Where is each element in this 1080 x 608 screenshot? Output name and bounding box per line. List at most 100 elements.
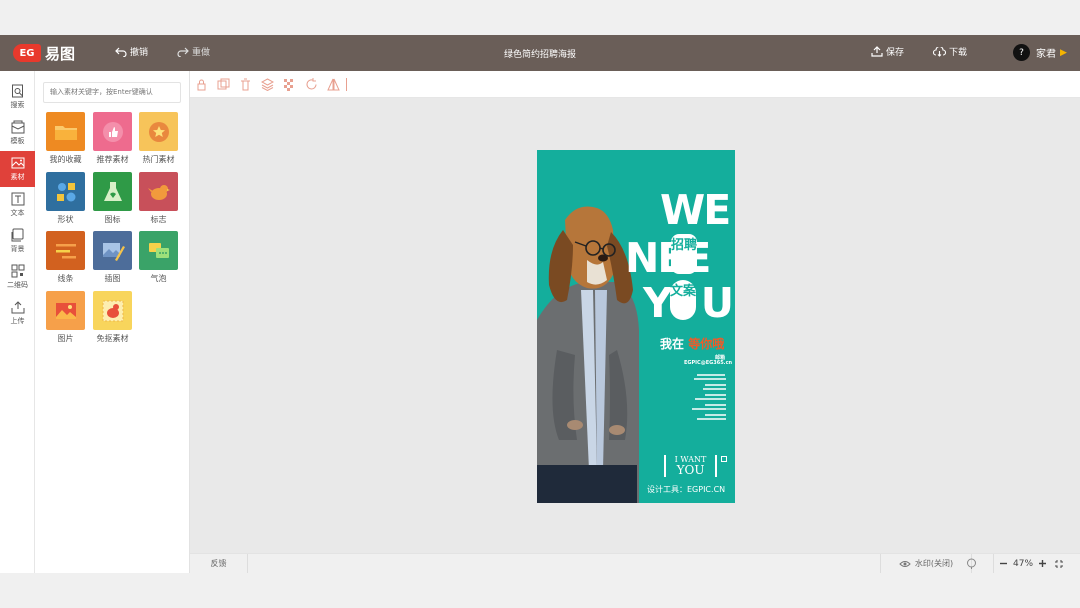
app-header: EG 易图 撤销 重做 绿色简约招聘海报 保存 下载 ? 家君 ▶ — [0, 35, 1080, 71]
poster-detail-line — [705, 394, 726, 396]
bird-icon — [139, 172, 178, 211]
tile-bubbles[interactable]: 气泡 — [139, 231, 178, 283]
rail-item-background[interactable]: 背景 — [0, 223, 35, 259]
rail-item-text[interactable]: 文本 — [0, 187, 35, 223]
tile-lines[interactable]: 线条 — [46, 231, 85, 283]
tile-label: 标志 — [150, 215, 167, 224]
rail-label: 素材 — [10, 173, 25, 181]
rail-item-search[interactable]: 搜索 — [0, 79, 35, 115]
redo-icon — [177, 47, 189, 57]
tile-photos[interactable]: 图片 — [46, 291, 85, 343]
user-menu[interactable]: ? 家君 ▶ — [1013, 44, 1067, 61]
undo-button[interactable]: 撤销 — [115, 45, 148, 58]
rail-item-material[interactable]: 素材 — [0, 151, 35, 187]
top-band — [0, 0, 1080, 35]
poster-detail-line — [695, 398, 726, 400]
watermark-label: 水印(关闭) — [914, 559, 954, 568]
eye-icon — [899, 560, 911, 567]
redo-button[interactable]: 重做 — [177, 45, 210, 58]
download-label: 下载 — [949, 48, 968, 58]
download-button[interactable]: 下载 — [933, 45, 967, 58]
poster-i-want-you: I WANT YOU — [664, 455, 717, 477]
bottom-band — [0, 573, 1080, 608]
tile-label: 免抠素材 — [96, 334, 129, 343]
poster-detail-line — [692, 408, 726, 410]
poster-artboard[interactable]: WE NEE YU 招聘 文案 我在 等你哦 邮箱 EGPIC@EG365.cn… — [537, 150, 735, 503]
location-icon[interactable] — [966, 558, 977, 569]
shapes-icon — [46, 172, 85, 211]
edit-toolbar — [190, 71, 1080, 98]
material-search-input[interactable]: 输入素材关键字，按Enter键确认 — [43, 82, 181, 103]
toolbar-divider — [346, 78, 347, 91]
rail-label: 二维码 — [7, 281, 28, 289]
poster-detail-line — [694, 378, 726, 380]
tile-shapes[interactable]: 形状 — [46, 172, 85, 224]
i-want-line2: YOU — [676, 463, 705, 477]
poster-detail-line — [697, 374, 725, 376]
zoom-level: 47% — [1013, 558, 1034, 569]
save-button[interactable]: 保存 — [871, 45, 904, 58]
watermark-toggle[interactable]: 水印(关闭) — [880, 554, 972, 573]
redo-label: 重做 — [192, 48, 211, 58]
flask-icon — [93, 172, 132, 211]
slogan-highlight: 等你哦 — [688, 337, 725, 351]
rail-item-template[interactable]: 模板 — [0, 115, 35, 151]
zoom-in-icon[interactable] — [1038, 559, 1047, 568]
document-title[interactable]: 绿色简约招聘海报 — [470, 47, 610, 60]
image-icon — [11, 157, 24, 169]
poster-email: EGPIC@EG365.cn — [684, 360, 733, 366]
folder-icon — [46, 112, 85, 151]
tile-favorites[interactable]: 我的收藏 — [46, 112, 85, 164]
poster-tag-recruit: 招聘 — [671, 234, 697, 274]
star-icon — [139, 112, 178, 151]
zoom-out-icon[interactable] — [999, 559, 1008, 568]
poster-heading-we: WE — [660, 186, 731, 234]
poster-detail-line — [703, 388, 726, 390]
tool-rail: 搜索 模板 素材 文本 背景 二维码 上传 — [0, 71, 35, 573]
zoom-control: 47% — [993, 554, 1064, 573]
trash-icon[interactable] — [239, 78, 252, 91]
poster-heading-y: Y — [643, 279, 673, 327]
app-logo[interactable]: EG 易图 — [13, 43, 75, 63]
background-icon — [11, 228, 23, 242]
avatar: ? — [1013, 44, 1030, 61]
qrcode-icon — [11, 264, 24, 278]
undo-icon — [115, 47, 127, 57]
tile-illustrations[interactable]: 插图 — [93, 231, 132, 283]
text-icon — [11, 192, 24, 206]
save-icon — [871, 46, 883, 57]
poster-detail-line — [697, 418, 726, 420]
i-want-mark-icon — [721, 456, 727, 462]
rail-item-qrcode[interactable]: 二维码 — [0, 259, 35, 295]
copy-icon[interactable] — [217, 78, 230, 91]
rail-item-upload[interactable]: 上传 — [0, 295, 35, 331]
tile-hot[interactable]: 热门素材 — [139, 112, 178, 164]
vip-badge-icon: ▶ — [1060, 47, 1067, 58]
tile-label: 气泡 — [150, 274, 167, 283]
flip-icon[interactable] — [327, 78, 340, 91]
tile-recommended[interactable]: 推荐素材 — [93, 112, 132, 164]
tile-logos[interactable]: 标志 — [139, 172, 178, 224]
template-icon — [11, 120, 24, 134]
transparency-icon[interactable] — [283, 78, 296, 91]
slogan-prefix: 我在 — [660, 337, 685, 351]
lock-icon[interactable] — [195, 78, 208, 91]
material-panel: 输入素材关键字，按Enter键确认 我的收藏 推荐素材 热门素材 形状 图标 标… — [35, 71, 190, 573]
lines-icon — [46, 231, 85, 270]
search-icon — [11, 84, 23, 98]
rail-label: 模板 — [10, 137, 25, 145]
feedback-button[interactable]: 反馈 — [190, 554, 248, 573]
fit-screen-icon[interactable] — [1054, 559, 1064, 569]
thumbs-up-icon — [93, 112, 132, 151]
rotate-icon[interactable] — [305, 78, 318, 91]
undo-label: 撤销 — [130, 48, 149, 58]
rail-label: 上传 — [10, 317, 25, 325]
picture-pen-icon — [93, 231, 132, 270]
poster-detail-line — [705, 414, 726, 416]
tile-icons[interactable]: 图标 — [93, 172, 132, 224]
poster-tool-credit: 设计工具：EGPIC.CN — [647, 485, 726, 494]
rail-label: 背景 — [10, 245, 25, 253]
tile-cutouts[interactable]: 免抠素材 — [93, 291, 132, 343]
layers-icon[interactable] — [261, 78, 274, 91]
upload-icon — [11, 301, 24, 314]
